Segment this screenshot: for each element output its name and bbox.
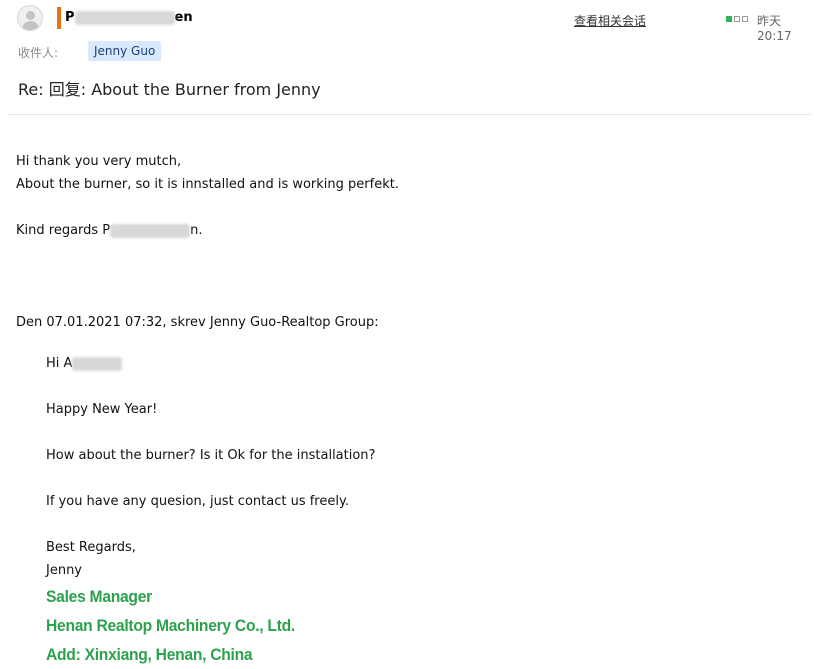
indicator-square-3 — [742, 16, 748, 22]
quoted-signer-name: Jenny — [46, 563, 83, 578]
sender-accent-bar — [57, 7, 61, 29]
body-regards: Kind regards P n. — [16, 219, 796, 242]
sender-name-prefix: P — [65, 10, 75, 25]
regards-prefix: Kind regards P — [16, 223, 111, 238]
sender-name[interactable]: P en — [65, 10, 193, 25]
importance-indicator-icon — [726, 16, 748, 22]
redacted-sender-blur — [74, 10, 175, 25]
message-time: 昨天20:17 — [757, 14, 792, 43]
avatar-head — [26, 11, 35, 20]
header-divider — [8, 114, 811, 115]
view-related-conversation-link[interactable]: 查看相关会话 — [574, 12, 646, 29]
sender-avatar-icon[interactable] — [17, 5, 43, 31]
redacted-name-blur — [110, 223, 191, 238]
body-line: About the burner, so it is innstalled an… — [16, 177, 399, 192]
sender-name-suffix: en — [174, 10, 193, 25]
regards-suffix: n. — [190, 223, 203, 238]
avatar-body — [22, 21, 39, 30]
quoted-line: How about the burner? Is it Ok for the i… — [46, 448, 376, 463]
quoted-closing: Best Regards, — [46, 540, 136, 555]
message-subject: Re: 回复: About the Burner from Jenny — [18, 80, 321, 99]
signature-company: Henan Realtop Machinery Co., Ltd. — [46, 616, 295, 635]
quoted-greeting: Hi A — [46, 352, 786, 375]
quoted-line: Happy New Year! — [46, 402, 158, 417]
indicator-square-1 — [726, 16, 732, 22]
quoted-message: Hi A Happy New Year! How about the burne… — [46, 352, 786, 669]
quoted-line: If you have any quesion, just contact us… — [46, 494, 349, 509]
recipient-label: 收件人: — [18, 46, 59, 60]
message-body: Hi thank you very mutch, About the burne… — [16, 150, 796, 334]
recipient-chip[interactable]: Jenny Guo — [88, 41, 162, 61]
signature-title: Sales Manager — [46, 587, 152, 606]
indicator-square-2 — [734, 16, 740, 22]
redacted-recipient-blur — [72, 356, 123, 371]
body-line: Hi thank you very mutch, — [16, 154, 182, 169]
quote-header: Den 07.01.2021 07:32, skrev Jenny Guo-Re… — [16, 315, 379, 330]
message-header: P en 查看相关会话 昨天20:17 收件人: Jenny Guo Re: 回… — [0, 0, 814, 115]
greeting-prefix: Hi A — [46, 356, 73, 371]
